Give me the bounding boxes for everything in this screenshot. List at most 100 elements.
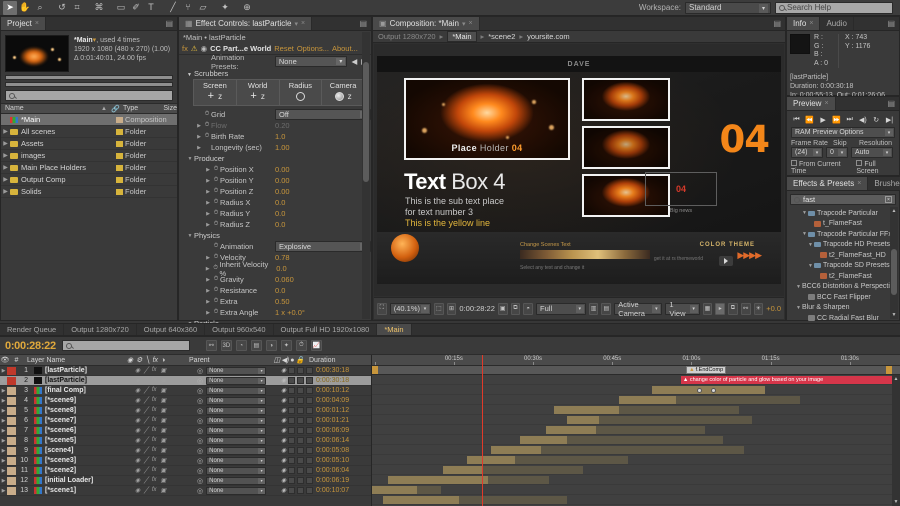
stopwatch-icon[interactable]: ⏱: [212, 265, 220, 272]
tab-info[interactable]: Info×: [787, 17, 820, 30]
layer-duration-bar[interactable]: [520, 436, 568, 444]
stopwatch-icon[interactable]: ⏱: [212, 276, 220, 283]
scroll-down-icon[interactable]: ▼: [892, 498, 900, 506]
composition-viewer[interactable]: DAVE Place Holder 04 04: [374, 44, 784, 296]
layer-lock-group[interactable]: ◉: [281, 387, 313, 394]
layer-label-color[interactable]: [7, 447, 16, 455]
layer-duration-bar[interactable]: [676, 396, 800, 404]
layer-switches[interactable]: ◉╱fx▣: [131, 447, 193, 454]
composition-mini-flowchart-icon[interactable]: ⚯: [206, 340, 217, 351]
fx-icon[interactable]: fx: [152, 397, 157, 404]
effect-param-radius-y[interactable]: ▶⏱Radius Y0.0: [179, 208, 371, 219]
timeline-track-view[interactable]: 00:15s00:30s00:45s01:00s01:15s01:30s ▲ f…: [372, 355, 900, 506]
z-axis-label[interactable]: z: [218, 92, 222, 101]
close-icon[interactable]: ×: [857, 180, 861, 187]
effects-tree-item[interactable]: ▼Trapcode HD Presets: [787, 240, 899, 251]
preset-prev-icon[interactable]: ◀: [351, 57, 357, 66]
close-icon[interactable]: ×: [35, 20, 39, 27]
disclosure-triangle-icon[interactable]: ▶: [204, 222, 212, 228]
tab-project[interactable]: Project ×: [1, 17, 46, 30]
layer-switches[interactable]: ◉╱fx▣: [131, 477, 193, 484]
disclosure-triangle-icon[interactable]: ▶: [0, 458, 7, 464]
layer-label-color[interactable]: [7, 437, 16, 445]
disclosure-triangle-icon[interactable]: ▶: [204, 266, 212, 272]
slash-icon[interactable]: ╱: [144, 467, 148, 474]
timeline-tab[interactable]: Output 640x360: [137, 324, 205, 335]
eye-icon[interactable]: ◉: [281, 447, 286, 454]
layer-duration-bar[interactable]: [459, 496, 567, 504]
layer-switches[interactable]: ◉╱fx▣: [131, 367, 193, 374]
disclosure-triangle-icon[interactable]: ▶: [1, 140, 10, 147]
eye-icon[interactable]: ◉: [281, 397, 286, 404]
parent-select[interactable]: None▾: [206, 467, 266, 475]
timeline-tab[interactable]: Output 1280x720: [64, 324, 137, 335]
layer-parent[interactable]: ◎None▾: [193, 447, 281, 455]
stopwatch-icon[interactable]: ⏱: [203, 122, 211, 129]
transparency-grid-icon[interactable]: ▥: [589, 303, 599, 315]
effects-tree-item[interactable]: t2_FlameFast_HD: [787, 250, 899, 261]
layer-switches[interactable]: ◉╱fx▣: [131, 377, 193, 384]
selection-tool[interactable]: ➤: [3, 1, 17, 15]
layer-duration-bar[interactable]: [541, 446, 744, 454]
eraser-tool[interactable]: ▱: [196, 1, 210, 15]
layer-name[interactable]: [*scene3]: [31, 457, 131, 464]
panel-menu-icon[interactable]: ▤: [355, 17, 371, 30]
brainstorm-icon[interactable]: ✦: [281, 340, 292, 351]
zoom-tool[interactable]: ⌕: [33, 1, 47, 15]
layer-label-color[interactable]: [7, 477, 16, 485]
layer-duration-bar[interactable]: [546, 426, 596, 434]
fx-icon[interactable]: fx: [152, 467, 157, 474]
breadcrumb-scene2[interactable]: *scene2: [488, 32, 515, 41]
layer-lock-group[interactable]: ◉: [281, 477, 313, 484]
ram-preview-options-select[interactable]: RAM Preview Options ▾: [791, 127, 895, 138]
unified-camera-tool[interactable]: ⌘: [92, 1, 106, 15]
slash-icon[interactable]: ╱: [144, 417, 148, 424]
graph-editor-icon[interactable]: 📈: [311, 340, 322, 351]
solo-icon[interactable]: ◉: [135, 477, 140, 484]
slash-icon[interactable]: ╱: [144, 447, 148, 454]
pickwhip-icon[interactable]: ◎: [197, 397, 203, 405]
stopwatch-icon[interactable]: ⏱: [212, 309, 220, 316]
disclosure-triangle-icon[interactable]: ▶: [1, 176, 10, 183]
play-button[interactable]: [719, 256, 733, 266]
layer-switches[interactable]: ◉╱fx▣: [131, 397, 193, 404]
layer-lock-group[interactable]: ◉: [281, 427, 313, 434]
stopwatch-icon[interactable]: ⏱: [203, 133, 211, 140]
disclosure-triangle-icon[interactable]: ▶: [0, 388, 7, 394]
tab-brushes[interactable]: Brushes: [868, 177, 900, 190]
effect-about-link[interactable]: About...: [332, 44, 358, 53]
timeline-tab[interactable]: Render Queue: [0, 324, 64, 335]
time-ruler[interactable]: 00:15s00:30s00:45s01:00s01:15s01:30s: [372, 355, 900, 366]
disclosure-triangle-icon[interactable]: ▶: [204, 178, 212, 184]
param-value[interactable]: 1.00: [275, 143, 290, 152]
frame-back-icon[interactable]: ⏪: [804, 114, 815, 125]
layer-row[interactable]: ▶7[*scene6]◉╱fx▣◎None▾◉0:00:06:09: [0, 426, 371, 436]
solo-icon[interactable]: ◉: [135, 427, 140, 434]
layer-parent[interactable]: ◎None▾: [193, 457, 281, 465]
layer-switches[interactable]: ◉╱fx▣: [131, 407, 193, 414]
disclosure-triangle-icon[interactable]: ▼: [801, 231, 808, 237]
eye-icon[interactable]: ◉: [281, 437, 286, 444]
layer-name[interactable]: [initial Loader]: [31, 477, 131, 484]
layer-duration-bar[interactable]: [372, 486, 417, 494]
effects-tree-item[interactable]: ▼Trapcode Particular: [787, 208, 899, 219]
effect-param-position-x[interactable]: ▶⏱Position X0.00: [179, 164, 371, 175]
param-value[interactable]: 0.0: [275, 209, 285, 218]
label-color-swatch[interactable]: [116, 177, 125, 183]
effect-param-extra[interactable]: ▶⏱Extra0.50: [179, 296, 371, 307]
panel-menu-icon[interactable]: ▤: [883, 17, 899, 30]
layer-duration-bar[interactable]: [488, 476, 549, 484]
roto-brush-tool[interactable]: ✦: [218, 1, 232, 15]
pickwhip-icon[interactable]: ◎: [197, 387, 203, 395]
slash-icon[interactable]: ╱: [144, 407, 148, 414]
param-value[interactable]: 0.060: [275, 275, 294, 284]
layer-parent[interactable]: ◎None▾: [193, 427, 281, 435]
disclosure-triangle-icon[interactable]: ▶: [0, 448, 7, 454]
param-value[interactable]: 1.0: [275, 132, 285, 141]
layer-name[interactable]: [*scene5]: [31, 437, 131, 444]
pickwhip-icon[interactable]: ◎: [197, 367, 203, 375]
pickwhip-icon[interactable]: ◎: [197, 377, 203, 385]
animation-presets-select[interactable]: None ▾: [275, 56, 348, 67]
full-screen-checkbox[interactable]: Full Screen: [856, 160, 895, 175]
project-list-item[interactable]: *MainComposition: [1, 114, 177, 126]
